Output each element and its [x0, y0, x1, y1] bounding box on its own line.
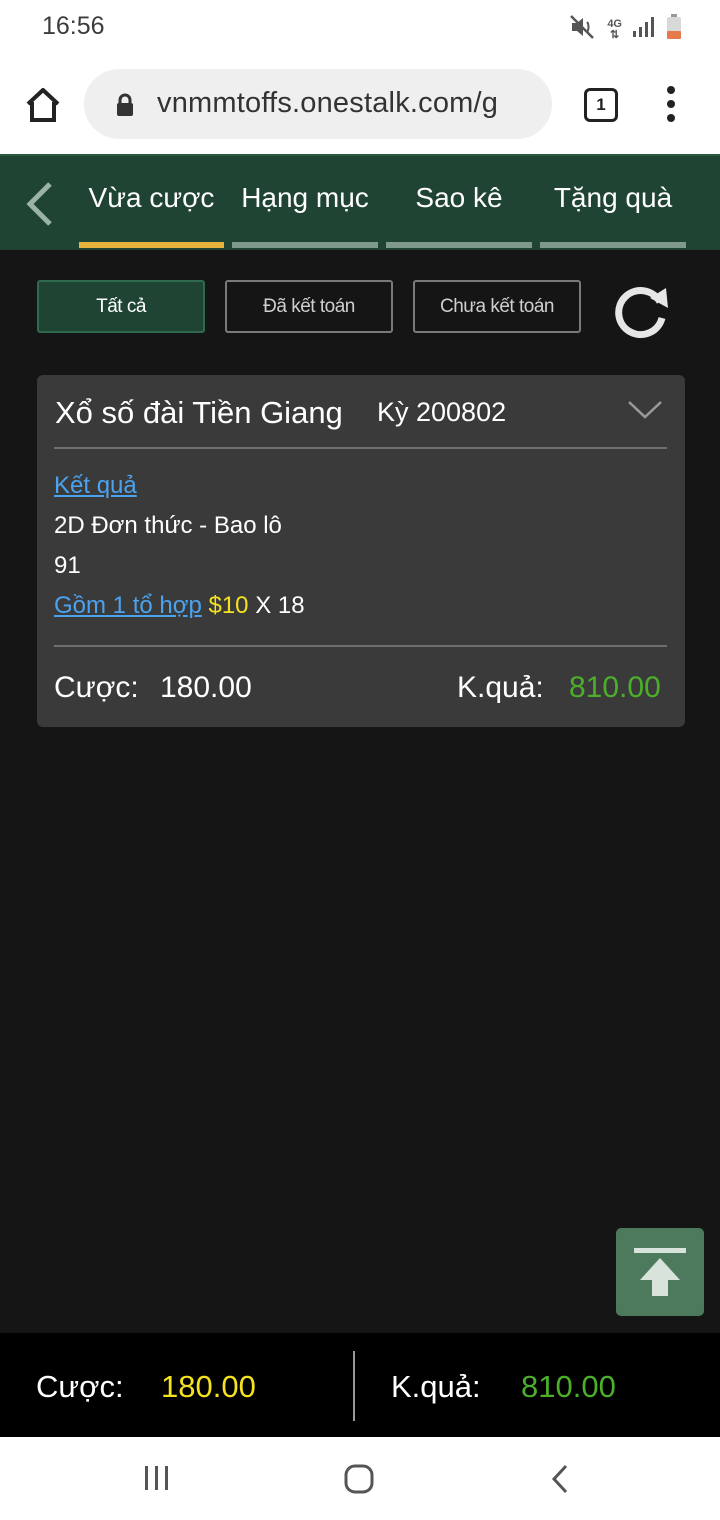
combo-link[interactable]: Gồm 1 tổ hợp: [54, 592, 202, 619]
result-label: K.quả:: [457, 671, 544, 704]
total-result-value: 810.00: [521, 1369, 616, 1404]
bet-number: 91: [54, 552, 81, 579]
tab-switcher-button[interactable]: 1: [584, 88, 618, 122]
tab-gifts[interactable]: Tặng quà: [540, 182, 686, 214]
tab-underline: [386, 242, 532, 248]
back-icon[interactable]: [20, 180, 60, 228]
stake-value: 180.00: [160, 671, 252, 704]
result-link[interactable]: Kết quả: [54, 472, 137, 500]
combo-multiplier: X 18: [255, 592, 305, 619]
result-value: 810.00: [569, 671, 661, 704]
tab-recent-bets[interactable]: Vừa cược: [79, 182, 224, 214]
status-icons: 4G ⇅: [569, 14, 682, 45]
url-bar[interactable]: vnmmtoffs.onestalk.com/g: [84, 69, 552, 139]
draw-period: Kỳ 200802: [377, 397, 507, 427]
total-stake-value: 180.00: [161, 1369, 256, 1404]
combo-line: Gồm 1 tổ hợp $10 X 18: [54, 592, 305, 620]
tab-statement[interactable]: Sao kê: [386, 182, 532, 214]
status-time: 16:56: [42, 12, 105, 40]
total-result-label: K.quả:: [391, 1369, 481, 1404]
chevron-down-icon[interactable]: [627, 399, 663, 421]
app-nav: Vừa cược Hạng mục Sao kê Tặng quà: [0, 154, 720, 250]
stake-label: Cược:: [54, 671, 139, 704]
footer-divider: [353, 1351, 355, 1421]
refresh-icon[interactable]: [610, 280, 672, 340]
back-nav-icon[interactable]: [548, 1463, 572, 1500]
mute-icon: [569, 14, 597, 45]
divider: [54, 645, 667, 647]
overflow-menu-icon[interactable]: [664, 84, 678, 124]
bet-card: Xổ số đài Tiền Giang Kỳ 200802 Kết quả 2…: [37, 375, 685, 727]
tab-underline: [232, 242, 378, 248]
battery-icon: [666, 14, 682, 45]
tab-underline-active: [79, 242, 224, 248]
combo-amount: $10: [208, 592, 249, 619]
tab-categories[interactable]: Hạng mục: [232, 182, 378, 214]
browser-bar: vnmmtoffs.onestalk.com/g 1: [0, 58, 720, 154]
home-icon[interactable]: [20, 82, 66, 128]
home-nav-icon[interactable]: [343, 1463, 375, 1500]
filter-all-button[interactable]: Tất cả: [37, 280, 205, 333]
url-text: vnmmtoffs.onestalk.com/g: [157, 87, 499, 119]
total-stake-label: Cược:: [36, 1369, 124, 1404]
lock-icon: [115, 93, 135, 117]
totals-footer: Cược: 180.00 K.quả: 810.00: [0, 1333, 720, 1437]
bet-type: 2D Đơn thức - Bao lô: [54, 512, 282, 539]
signal-icon: [632, 15, 656, 44]
filter-unsettled-button[interactable]: Chưa kết toán: [413, 280, 581, 333]
tab-underline: [540, 242, 686, 248]
4g-icon: 4G ⇅: [607, 17, 622, 41]
arrow-up-icon: [616, 1248, 704, 1320]
filter-settled-button[interactable]: Đã kết toán: [225, 280, 393, 333]
recents-icon[interactable]: [142, 1464, 172, 1497]
status-bar: 16:56 4G ⇅: [0, 0, 720, 58]
back-to-top-button[interactable]: [616, 1228, 704, 1316]
divider: [54, 447, 667, 449]
lottery-title: Xổ số đài Tiền Giang: [55, 395, 343, 430]
system-nav-bar: [0, 1437, 720, 1520]
network-label: 4G: [607, 17, 622, 30]
